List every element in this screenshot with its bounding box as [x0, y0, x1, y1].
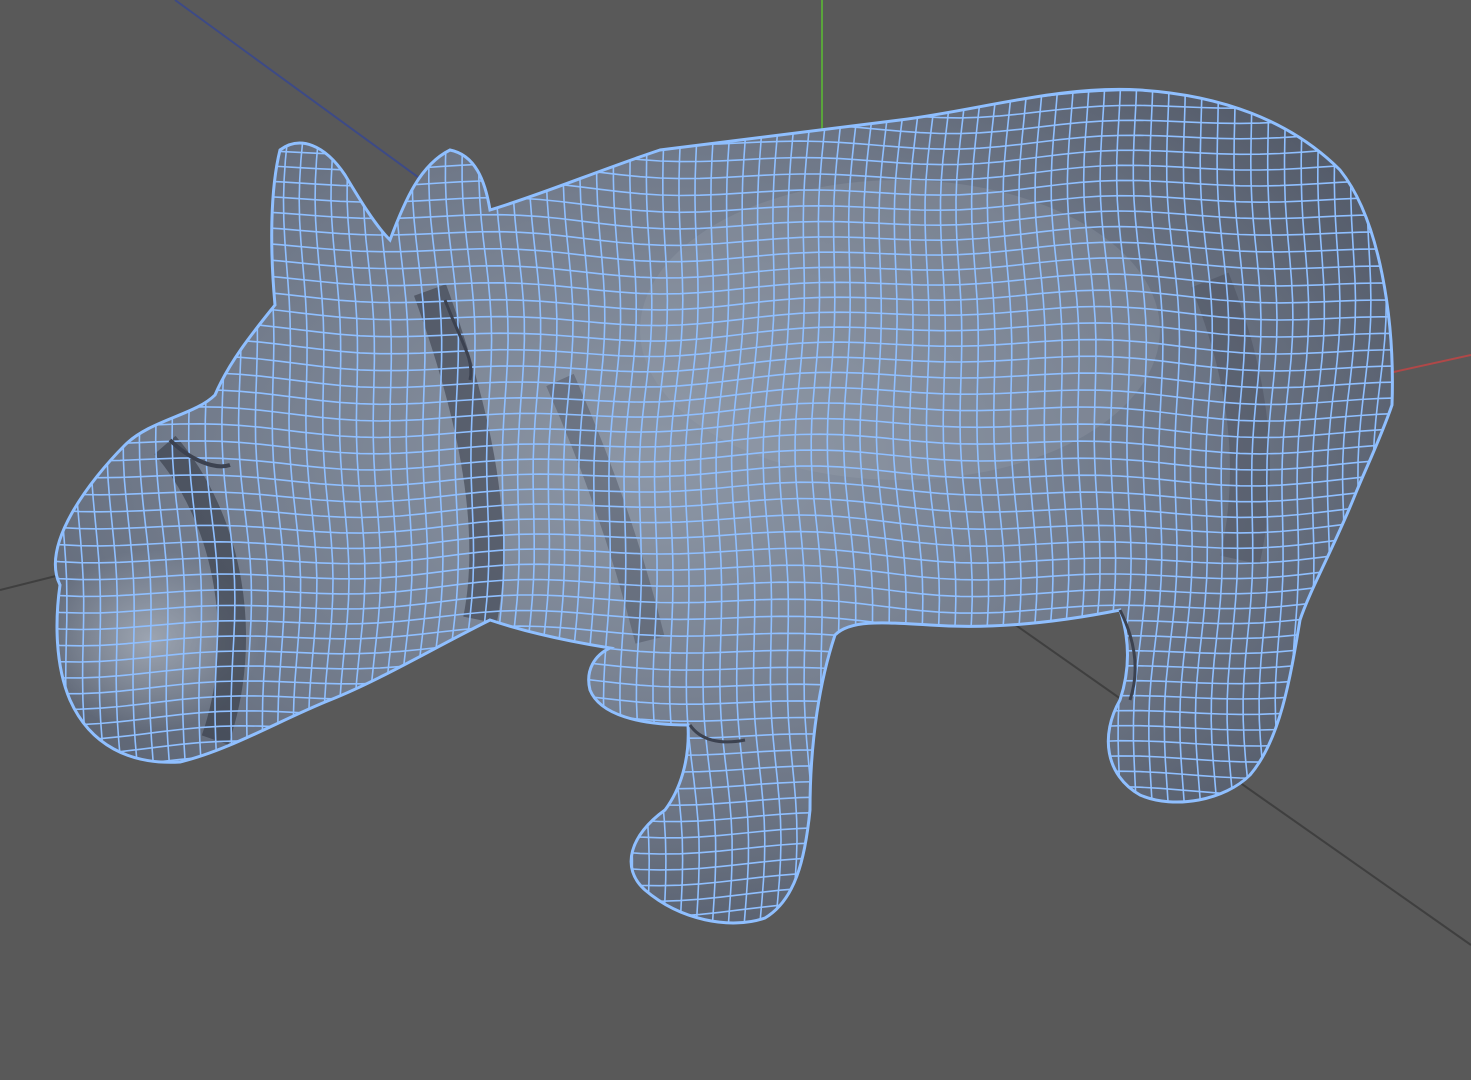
wire-row [20, 66, 1420, 86]
wire-column [13, 60, 28, 960]
rhino-mesh-icon[interactable] [13, 50, 1421, 964]
viewport-canvas[interactable] [0, 0, 1471, 1080]
wire-column [1387, 89, 1393, 923]
wire-row [20, 933, 1420, 948]
ground-horizon-line [0, 574, 61, 591]
wire-column [28, 60, 44, 960]
wire-column [1356, 89, 1372, 923]
wire-row [20, 50, 1420, 69]
wire-row [20, 948, 1420, 964]
wire-column [1372, 89, 1388, 923]
3d-viewport[interactable] [0, 0, 1471, 1080]
wire-column [55, 89, 62, 923]
wire-column [1404, 60, 1420, 960]
